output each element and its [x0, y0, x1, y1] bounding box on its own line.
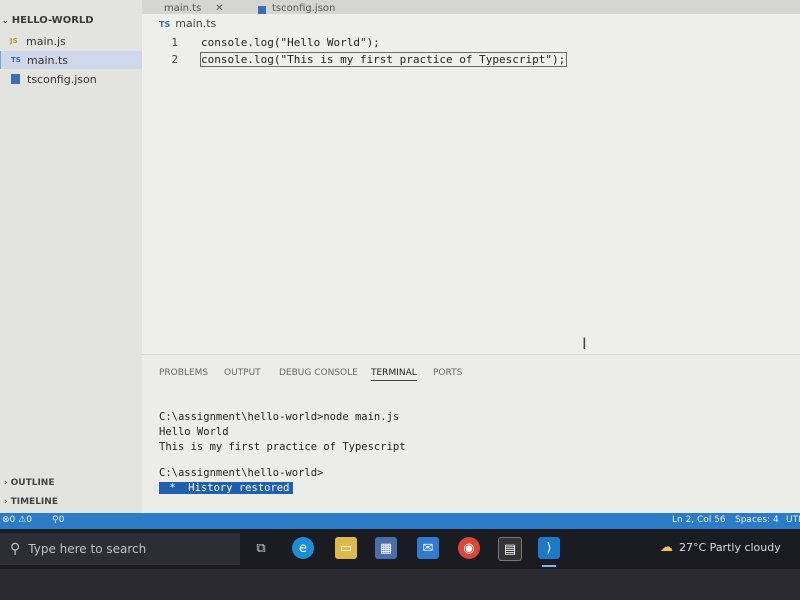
tab-terminal[interactable]: TERMINAL	[371, 368, 417, 381]
mail-icon[interactable]: ✉	[417, 537, 439, 559]
tab-ports[interactable]: PORTS	[433, 368, 462, 378]
ports-status[interactable]: ⚲0	[52, 515, 64, 525]
laptop-bezel	[0, 569, 800, 600]
file-item-main-js[interactable]: JS main.js	[0, 32, 142, 50]
editor-tabs: main.ts ✕ tsconfig.json	[142, 0, 800, 14]
file-explorer-icon[interactable]: ▭	[335, 537, 357, 559]
taskbar-search[interactable]: ⚲ Type here to search	[0, 533, 240, 565]
task-view-icon[interactable]: ⧉	[250, 537, 272, 559]
tab-debug-console[interactable]: DEBUG CONSOLE	[279, 368, 358, 378]
history-restored-badge: * History restored	[159, 482, 294, 494]
broadcast-icon: ⚲	[52, 515, 59, 525]
cursor-position[interactable]: Ln 2, Col 56	[672, 515, 726, 525]
terminal-icon[interactable]: ▤	[498, 537, 522, 561]
chevron-right-icon: ›	[4, 478, 8, 488]
folder-header[interactable]: ⌄ HELLO-WORLD	[2, 15, 94, 26]
js-file-icon: JS	[10, 37, 18, 45]
problems-status[interactable]: ⊗0 ⚠0	[2, 515, 32, 525]
ts-file-icon: TS	[11, 56, 21, 64]
tab-tsconfig[interactable]: tsconfig.json	[257, 0, 335, 14]
terminal-prompt[interactable]: C:\assignment\hello-world>	[159, 467, 323, 479]
status-bar: ⊗0 ⚠0 ⚲0 Ln 2, Col 56 Spaces: 4 UTF	[0, 513, 800, 529]
windows-taskbar: ⚲ Type here to search ⧉ e ▭ ▦ ✉ ◉ ▤ ⟩ ☁ …	[0, 529, 800, 569]
code-editor[interactable]: TS main.ts 1 console.log("Hello World"); …	[142, 14, 800, 354]
chevron-right-icon: ›	[4, 497, 8, 507]
text-cursor-icon: I	[582, 334, 587, 353]
chrome-icon[interactable]: ◉	[458, 537, 480, 559]
tab-output[interactable]: OUTPUT	[224, 368, 261, 378]
partly-cloudy-icon: ☁	[660, 540, 673, 555]
tab-problems[interactable]: PROBLEMS	[159, 368, 208, 378]
terminal-line: C:\assignment\hello-world>node main.js	[159, 411, 400, 423]
store-icon[interactable]: ▦	[375, 537, 397, 559]
close-icon[interactable]: ✕	[215, 3, 223, 14]
explorer-sidebar: ⌄ HELLO-WORLD JS main.js TS main.ts tscon…	[0, 0, 143, 513]
line-number: 2	[171, 53, 178, 66]
file-name: main.js	[26, 34, 66, 48]
chevron-down-icon: ⌄	[2, 16, 9, 25]
line-number: 1	[171, 36, 178, 49]
file-item-tsconfig[interactable]: tsconfig.json	[0, 70, 142, 88]
search-icon: ⚲	[10, 541, 21, 557]
json-file-icon	[258, 6, 266, 14]
error-icon: ⊗	[2, 515, 10, 525]
json-file-icon	[11, 74, 20, 84]
code-line-current[interactable]: 2 console.log("This is my first practice…	[142, 52, 800, 69]
bottom-panel: PROBLEMS OUTPUT DEBUG CONSOLE TERMINAL P…	[142, 354, 800, 514]
terminal-line: Hello World	[159, 426, 229, 438]
terminal-line: This is my first practice of Typescript	[159, 441, 406, 453]
code-text: console.log("This is my first practice o…	[199, 52, 568, 67]
ts-file-icon: TS	[159, 20, 171, 29]
file-name: main.ts	[27, 53, 69, 67]
file-name: tsconfig.json	[27, 72, 97, 86]
outline-section[interactable]: › OUTLINE	[4, 478, 54, 488]
code-text: console.log("Hello World");	[201, 36, 380, 49]
tab-main-ts[interactable]: main.ts ✕	[164, 0, 224, 14]
weather-widget[interactable]: ☁ 27°C Partly cloudy	[660, 540, 781, 555]
search-placeholder: Type here to search	[28, 542, 147, 556]
vscode-icon[interactable]: ⟩	[538, 537, 560, 559]
timeline-section[interactable]: › TIMELINE	[4, 497, 58, 507]
active-app-indicator	[542, 565, 556, 567]
edge-icon[interactable]: e	[292, 537, 314, 559]
code-line[interactable]: 1 console.log("Hello World");	[142, 36, 800, 52]
breadcrumb[interactable]: TS main.ts	[159, 17, 216, 30]
file-item-main-ts[interactable]: TS main.ts	[0, 51, 142, 69]
encoding[interactable]: UTF	[786, 515, 800, 525]
indentation[interactable]: Spaces: 4	[735, 515, 779, 525]
